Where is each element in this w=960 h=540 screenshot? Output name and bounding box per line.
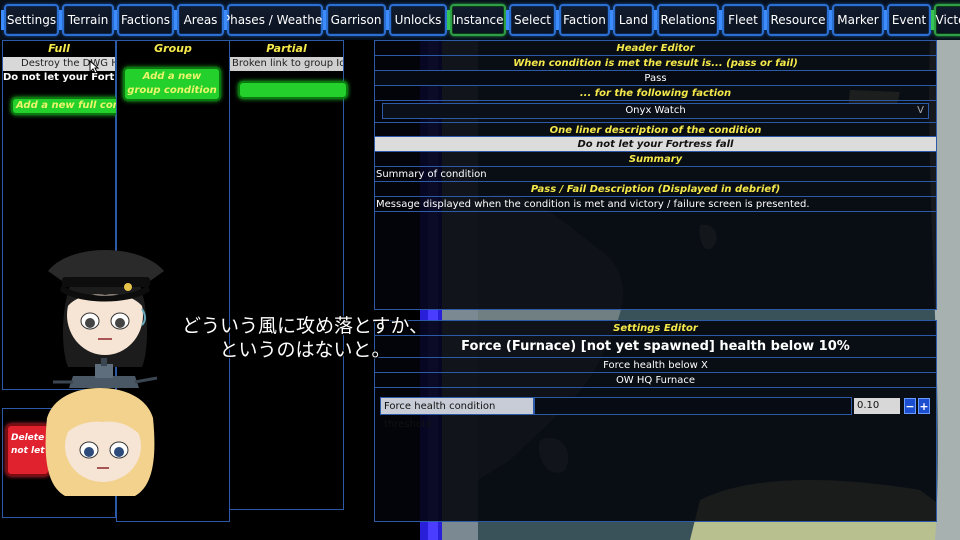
tab-phases-weather[interactable]: Phases / Weather (223, 4, 327, 36)
condition-target-value[interactable]: OW HQ Furnace (375, 373, 936, 388)
tab-faction[interactable]: Faction (556, 4, 613, 36)
tab-factions[interactable]: Factions (114, 4, 177, 36)
oneliner-input[interactable]: Do not let your Fortress fall (375, 137, 936, 152)
partial-column-title: Partial (266, 42, 307, 55)
tab-settings[interactable]: Settings (1, 4, 62, 36)
header-editor-title: Header Editor (375, 41, 936, 56)
tab-land[interactable]: Land (610, 4, 657, 36)
summary-input[interactable]: Summary of condition (375, 167, 936, 182)
tab-select[interactable]: Select (506, 4, 559, 36)
increment-button[interactable]: + (918, 398, 930, 414)
group-column-title: Group (154, 42, 192, 55)
add-group-condition-button[interactable]: Add a new group condition (123, 67, 221, 101)
tab-fleet[interactable]: Fleet (719, 4, 767, 36)
character-blonde-icon (45, 358, 158, 496)
partial-conditions-column: Partial Broken link to group Id: I (229, 40, 348, 510)
threshold-input[interactable]: 0.10 (854, 398, 900, 414)
tab-terrain[interactable]: Terrain (59, 4, 117, 36)
tab-resource[interactable]: Resource (764, 4, 832, 36)
threshold-slider-track[interactable] (534, 397, 852, 415)
result-label: When condition is met the result is... (… (375, 56, 936, 71)
passfail-label: Pass / Fail Description (Displayed in de… (375, 182, 936, 197)
tab-unlocks[interactable]: Unlocks (386, 4, 450, 36)
threshold-label: Force health condition threshold (380, 397, 534, 430)
subtitle-line-1: どういう風に攻め落とすか、 (181, 315, 429, 337)
top-tab-bar: Settings Terrain Factions Areas Phases /… (0, 0, 960, 40)
header-editor-panel: Header Editor When condition is met the … (374, 40, 937, 310)
tab-event[interactable]: Event (884, 4, 934, 36)
decrement-button[interactable]: − (904, 398, 916, 414)
faction-dropdown-value: Onyx Watch (625, 105, 686, 116)
partial-condition-bar[interactable] (238, 81, 348, 99)
settings-headline: Force (Furnace) [not yet spawned] health… (375, 336, 936, 358)
full-column-title: Full (48, 42, 70, 55)
chevron-down-icon: V (917, 105, 924, 116)
subtitle-caption: どういう風に攻め落とすか、 というのはないと。 (160, 314, 450, 362)
result-value[interactable]: Pass (375, 71, 936, 86)
tab-instance[interactable]: Instance (447, 4, 509, 36)
faction-label: ... for the following faction (375, 86, 936, 101)
passfail-input[interactable]: Message displayed when the condition is … (375, 197, 936, 212)
summary-label: Summary (375, 152, 936, 167)
oneliner-label: One liner description of the condition (375, 122, 936, 137)
faction-dropdown[interactable]: Onyx Watch V (382, 103, 929, 119)
condition-type-value[interactable]: Force health below X (375, 358, 936, 373)
tab-relations[interactable]: Relations (654, 4, 722, 36)
tab-garrison[interactable]: Garrison (323, 4, 389, 36)
subtitle-line-2: というのはないと。 (219, 339, 391, 361)
character-with-cap-icon (48, 250, 164, 367)
tab-marker[interactable]: Marker (829, 4, 887, 36)
add-full-condition-button[interactable]: Add a new full condition (11, 97, 121, 115)
list-item[interactable]: Broken link to group Id: I (230, 57, 343, 71)
mouse-cursor-icon (89, 60, 99, 74)
threshold-row: Force health condition threshold 0.10 − … (380, 397, 932, 430)
tab-victory[interactable]: Victory (931, 4, 960, 36)
settings-editor-panel: Settings Editor Force (Furnace) [not yet… (374, 320, 937, 522)
tab-areas[interactable]: Areas (174, 4, 227, 36)
settings-editor-title: Settings Editor (375, 321, 936, 336)
